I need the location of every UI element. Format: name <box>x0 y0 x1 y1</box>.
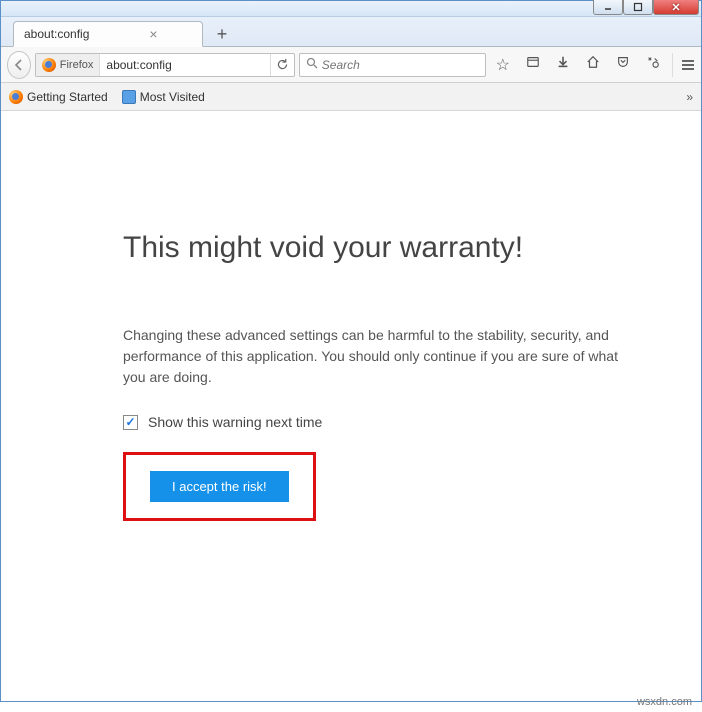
firefox-icon <box>42 58 56 72</box>
url-bar[interactable]: Firefox about:config <box>35 53 295 77</box>
plus-icon: + <box>217 24 228 45</box>
back-button[interactable] <box>7 51 31 79</box>
bookmark-star-icon[interactable]: ☆ <box>494 55 512 75</box>
warning-body: Changing these advanced settings can be … <box>123 325 623 388</box>
bookmark-label: Getting Started <box>27 90 108 104</box>
search-icon <box>306 56 318 74</box>
window-close-button[interactable] <box>653 0 699 15</box>
reload-button[interactable] <box>270 54 294 76</box>
search-input[interactable] <box>322 58 479 72</box>
bookmarks-toolbar: Getting Started Most Visited » <box>1 83 701 111</box>
window-minimize-button[interactable] <box>593 0 623 15</box>
show-warning-label: Show this warning next time <box>148 414 322 430</box>
tab-label: about:config <box>24 27 89 41</box>
show-warning-checkbox[interactable]: ✓ <box>123 415 138 430</box>
bookmark-most-visited[interactable]: Most Visited <box>122 90 205 104</box>
pocket-icon[interactable] <box>614 55 632 74</box>
annotation-highlight: I accept the risk! <box>123 452 316 521</box>
navigation-toolbar: Firefox about:config ☆ <box>1 47 701 83</box>
page-content: This might void your warranty! Changing … <box>1 111 701 701</box>
url-text[interactable]: about:config <box>100 58 269 72</box>
accept-risk-button[interactable]: I accept the risk! <box>150 471 289 502</box>
identity-box[interactable]: Firefox <box>36 54 101 76</box>
window-titlebar <box>1 1 701 17</box>
tab-about-config[interactable]: about:config × <box>13 21 203 47</box>
bookmark-label: Most Visited <box>140 90 205 104</box>
search-bar[interactable] <box>299 53 486 77</box>
folder-icon <box>122 90 136 104</box>
show-warning-row[interactable]: ✓ Show this warning next time <box>123 414 701 430</box>
new-tab-button[interactable]: + <box>209 22 235 46</box>
window-maximize-button[interactable] <box>623 0 653 15</box>
downloads-icon[interactable] <box>554 55 572 74</box>
bookmark-getting-started[interactable]: Getting Started <box>9 90 108 104</box>
developer-icon[interactable] <box>644 55 662 74</box>
identity-label: Firefox <box>60 59 94 71</box>
menu-button[interactable] <box>672 53 695 77</box>
firefox-icon <box>9 90 23 104</box>
browser-window: about:config × + Firefox about:config <box>0 0 702 702</box>
window-controls <box>593 0 699 15</box>
library-icon[interactable] <box>524 55 542 74</box>
bookmarks-overflow-button[interactable]: » <box>686 90 693 104</box>
toolbar-icons: ☆ <box>490 55 666 75</box>
home-icon[interactable] <box>584 55 602 74</box>
warning-heading: This might void your warranty! <box>123 231 701 265</box>
tab-strip: about:config × + <box>1 17 701 47</box>
watermark-text: wsxdn.com <box>637 696 692 708</box>
tab-close-icon[interactable]: × <box>149 26 157 42</box>
